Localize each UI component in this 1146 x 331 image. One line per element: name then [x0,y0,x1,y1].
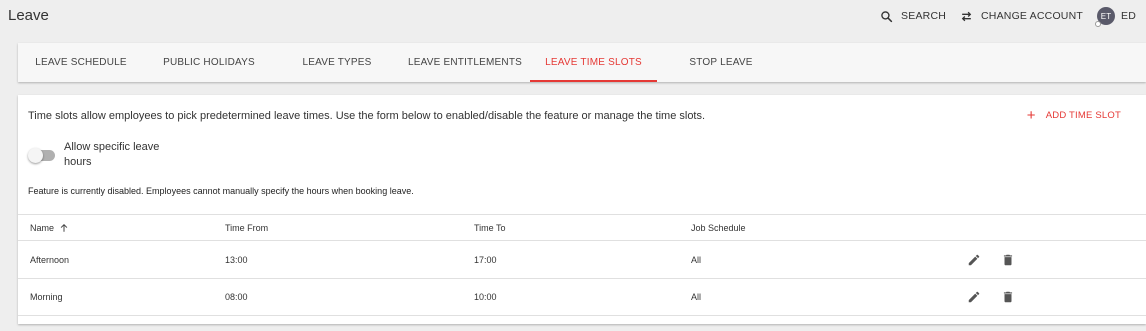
change-account-button[interactable]: CHANGE ACCOUNT [960,10,1083,23]
row-actions [967,241,1015,278]
tab-bar: LEAVE SCHEDULE PUBLIC HOLIDAYS LEAVE TYP… [18,43,1146,82]
add-time-slot-label: ADD TIME SLOT [1045,110,1121,121]
allow-specific-hours-toggle[interactable] [28,148,55,163]
top-actions: SEARCH CHANGE ACCOUNT ET ED [866,6,1136,27]
tab-leave-entitlements[interactable]: LEAVE ENTITLEMENTS [400,43,530,82]
trash-icon[interactable] [1001,290,1015,304]
user-label: ED [1121,10,1136,22]
page-title: Leave [8,7,49,24]
cell-time-from: 08:00 [225,292,248,302]
tab-leave-time-slots[interactable]: LEAVE TIME SLOTS [530,43,657,82]
table-row: Afternoon 13:00 17:00 All [18,240,1146,278]
search-label: SEARCH [901,10,947,22]
trash-icon[interactable] [1001,253,1015,267]
search-icon [881,10,893,22]
tab-leave-types[interactable]: LEAVE TYPES [274,43,400,82]
tab-public-holidays[interactable]: PUBLIC HOLIDAYS [144,43,274,82]
top-bar: Leave SEARCH CHANGE ACCOUNT ET ED [0,0,1146,34]
column-header-name-label: Name [30,222,55,233]
cell-name: Afternoon [30,254,70,265]
cell-job-schedule: All [691,292,702,302]
time-slots-table: Name Time From Time To Job Schedule Afte… [18,214,1146,316]
status-dot [1095,21,1101,27]
arrow-up-icon [59,223,69,233]
column-header-name[interactable]: Name [30,215,69,240]
column-header-time-from: Time From [225,222,269,233]
cell-name: Morning [30,292,63,302]
cell-time-from: 13:00 [225,254,248,265]
table-header: Name Time From Time To Job Schedule [18,214,1146,240]
feature-status-text: Feature is currently disabled. Employees… [28,186,414,196]
cell-time-to: 17:00 [474,254,497,265]
intro-text: Time slots allow employees to pick prede… [28,110,706,122]
time-slots-card: Time slots allow employees to pick prede… [18,95,1146,324]
column-header-time-to: Time To [474,222,506,233]
change-account-label: CHANGE ACCOUNT [981,10,1083,22]
toggle-knob[interactable] [28,148,43,163]
avatar: ET [1095,7,1115,27]
column-header-job-schedule: Job Schedule [691,222,746,233]
tab-stop-leave[interactable]: STOP LEAVE [657,43,785,82]
tab-leave-schedule[interactable]: LEAVE SCHEDULE [18,43,144,82]
user-menu[interactable]: ET ED [1095,7,1136,27]
pencil-icon[interactable] [967,253,981,267]
avatar-initials: ET [1100,11,1112,21]
plus-icon: + [1026,107,1036,124]
row-actions [967,279,1015,315]
cell-job-schedule: All [691,254,702,265]
add-time-slot-button[interactable]: + ADD TIME SLOT [1026,107,1121,124]
toggle-label: Allow specific leave hours [64,141,160,168]
swap-icon [961,11,972,21]
pencil-icon[interactable] [967,290,981,304]
cell-time-to: 10:00 [474,292,497,302]
table-row: Morning 08:00 10:00 All [18,278,1146,316]
search-button[interactable]: SEARCH [880,10,946,23]
